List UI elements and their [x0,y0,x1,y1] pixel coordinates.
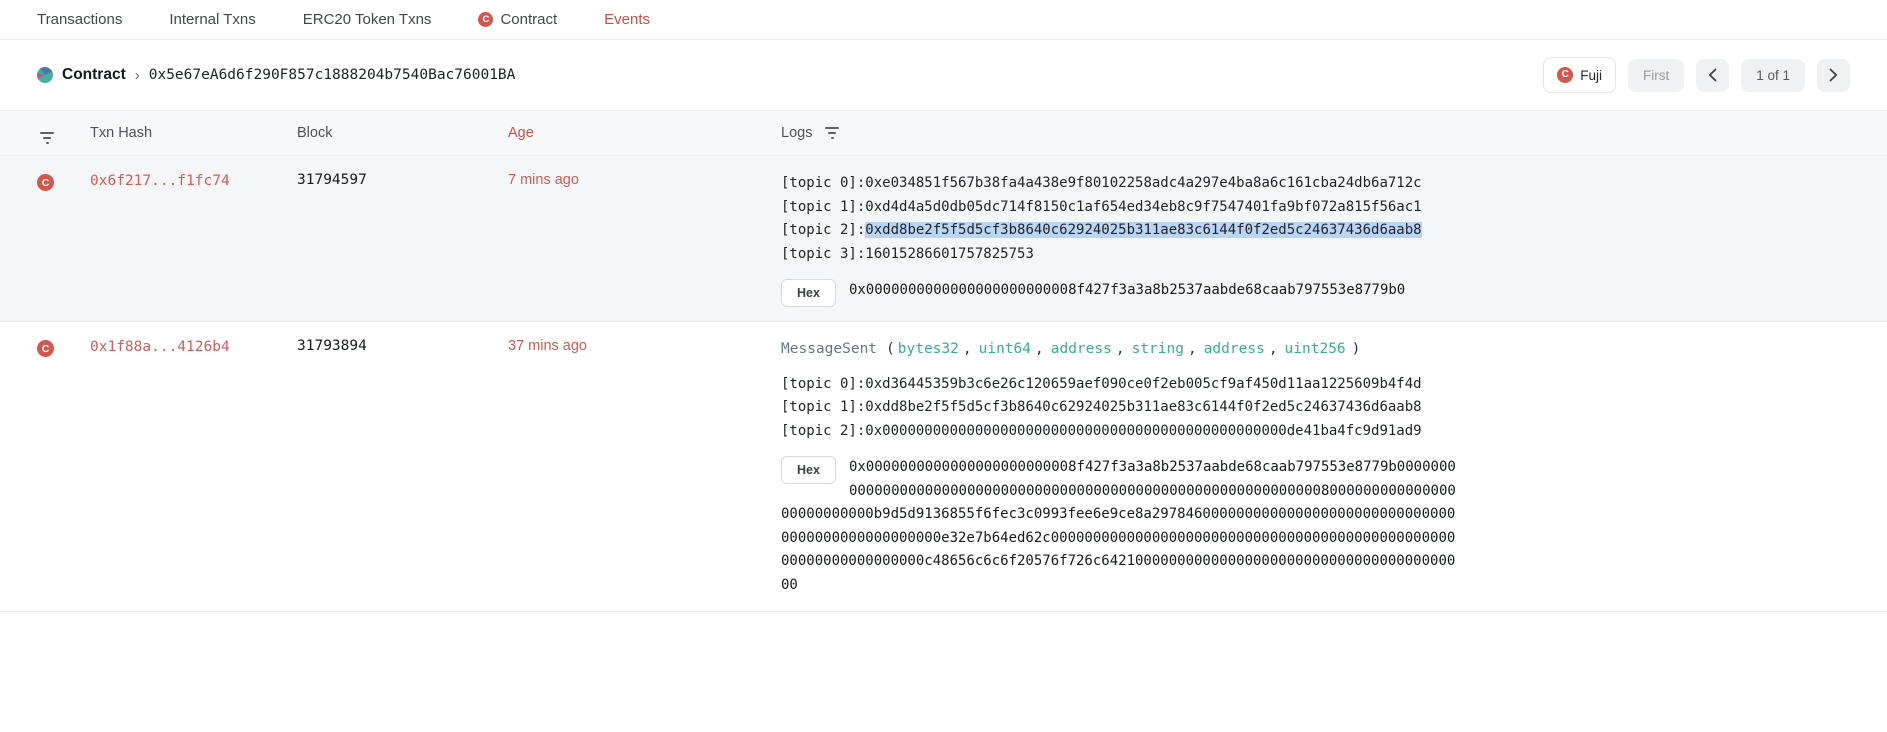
hex-toggle-button[interactable]: Hex [781,456,836,484]
contract-header: Contract › 0x5e67eA6d6f290F857c1888204b7… [0,40,1887,111]
network-label: Fuji [1580,68,1602,83]
event-log-row: C 0x1f88a...4126b4 31793894 37 mins ago … [0,322,1887,612]
next-page-button[interactable] [1817,59,1850,92]
tab-events[interactable]: Events [604,11,650,28]
event-signature: MessageSent(bytes32,uint64,address,strin… [781,338,1459,362]
log-topic: [topic 0]:0xe034851f567b38fa4a438e9f8010… [781,172,1459,196]
event-log-row: C 0x6f217...f1fc74 31794597 7 mins ago [… [0,156,1887,322]
column-header-txn-hash: Txn Hash [90,125,297,141]
tab-label: ERC20 Token Txns [303,11,432,28]
contract-tx-icon: C [37,174,54,191]
log-topic: [topic 1]:0xd4d4a5d0db05dc714f8150c1af65… [781,196,1459,220]
txn-hash-link[interactable]: 0x6f217...f1fc74 [90,173,230,189]
tab-label: Events [604,11,650,28]
tab-label: Contract [500,11,557,28]
prev-page-button[interactable] [1696,59,1729,92]
network-icon: C [1557,67,1573,83]
block-number: 31793894 [297,338,508,354]
tab-bar: Transactions Internal Txns ERC20 Token T… [0,0,1887,40]
log-data-hex: 0x0000000000000000000000008f427f3a3a8b25… [781,456,1459,597]
log-topic: [topic 0]:0xd36445359b3c6e26c120659aef09… [781,373,1459,397]
selected-topic-text: 0xdd8be2f5f5d5cf3b8640c62924025b311ae83c… [865,222,1421,238]
tab-erc20-token-txns[interactable]: ERC20 Token Txns [303,11,432,28]
network-selector[interactable]: C Fuji [1543,57,1616,93]
events-table-header: Txn Hash Block Age Logs [0,111,1887,156]
header-controls: C Fuji First 1 of 1 [1543,57,1850,93]
breadcrumb-separator: › [135,67,140,84]
log-topic: [topic 1]:0xdd8be2f5f5d5cf3b8640c6292402… [781,396,1459,420]
log-topic: [topic 2]:0xdd8be2f5f5d5cf3b8640c6292402… [781,219,1459,243]
log-topic: [topic 2]:0x0000000000000000000000000000… [781,420,1459,444]
tab-label: Transactions [37,11,122,28]
contract-tx-icon: C [37,340,54,357]
filter-icon[interactable] [40,132,54,144]
txn-hash-link[interactable]: 0x1f88a...4126b4 [90,339,230,355]
first-page-button[interactable]: First [1628,59,1684,92]
page-indicator[interactable]: 1 of 1 [1741,59,1805,92]
column-header-age[interactable]: Age [508,125,781,141]
contract-logo-icon [37,67,53,83]
tab-transactions[interactable]: Transactions [37,11,122,28]
contract-icon: C [478,12,493,27]
column-header-logs: Logs [781,125,812,141]
log-data-hex: 0x0000000000000000000000008f427f3a3a8b25… [781,279,1459,303]
tab-label: Internal Txns [169,11,255,28]
log-data-section: Hex 0x0000000000000000000000008f427f3a3a… [781,456,1459,597]
column-header-block: Block [297,125,508,141]
hex-toggle-button[interactable]: Hex [781,279,836,307]
age-value: 37 mins ago [508,338,781,354]
tab-internal-txns[interactable]: Internal Txns [169,11,255,28]
breadcrumb: Contract › 0x5e67eA6d6f290F857c1888204b7… [37,66,515,84]
chevron-left-icon [1708,68,1717,82]
breadcrumb-label: Contract [62,66,126,84]
log-topic: [topic 3]:16015286601757825753 [781,243,1459,267]
log-data-section: Hex 0x0000000000000000000000008f427f3a3a… [781,279,1459,307]
chevron-right-icon [1829,68,1838,82]
logs-filter-icon[interactable] [825,127,839,139]
contract-address: 0x5e67eA6d6f290F857c1888204b7540Bac76001… [149,67,516,83]
tab-contract[interactable]: C Contract [478,11,557,28]
age-value: 7 mins ago [508,172,781,188]
block-number: 31794597 [297,172,508,188]
